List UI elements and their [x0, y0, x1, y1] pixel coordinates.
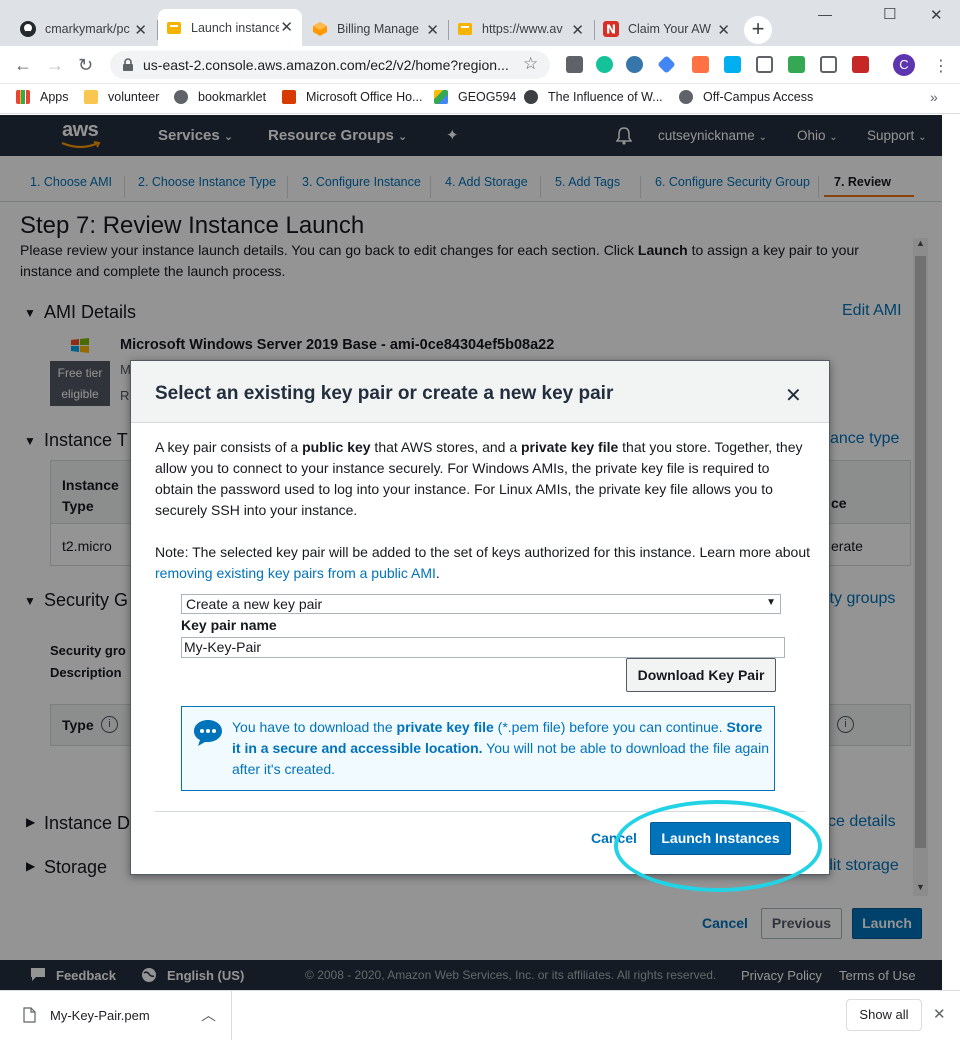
browser-tab-launch-instance[interactable]: Launch instance ✕ — [158, 9, 302, 46]
apps-grid-icon — [16, 90, 30, 104]
maximize-icon[interactable]: ☐ — [883, 5, 896, 23]
bookmark-bookmarklet[interactable]: bookmarklet — [174, 90, 266, 104]
svg-text:N: N — [606, 23, 616, 37]
chevron-up-icon[interactable]: ︿ — [201, 1004, 216, 1025]
globe-icon — [174, 90, 188, 104]
address-bar[interactable]: us-east-2.console.aws.amazon.com/ec2/v2/… — [110, 51, 550, 79]
downloaded-file-name: My-Key-Pair.pem — [50, 1008, 150, 1023]
browser-tab-claim[interactable]: N Claim Your AW ✕ — [595, 12, 739, 46]
tab-title: Billing Manage — [337, 22, 419, 36]
dialog-header: Select an existing key pair or create a … — [131, 361, 829, 423]
dropdown-arrow-icon: ▼ — [766, 597, 776, 608]
paypal-extension-icon[interactable] — [566, 56, 583, 73]
bookmark-off-campus[interactable]: Off-Campus Access — [679, 90, 813, 104]
skype-extension-icon[interactable] — [724, 56, 741, 73]
download-warning-text: You have to download the private key fil… — [232, 719, 769, 777]
python-extension-icon[interactable] — [626, 56, 643, 73]
aws-cube-icon — [313, 22, 327, 36]
key-pair-description: A key pair consists of a public key that… — [155, 439, 803, 518]
key-pair-name-input[interactable]: My-Key-Pair — [181, 637, 785, 658]
file-icon — [23, 1007, 36, 1023]
grammarly-extension-icon[interactable] — [596, 56, 613, 73]
window-extension-icon[interactable] — [820, 56, 837, 73]
close-tab-icon[interactable]: ✕ — [426, 21, 439, 39]
bookmark-volunteer[interactable]: volunteer — [84, 90, 159, 104]
bookmarks-more-icon[interactable]: » — [930, 89, 938, 105]
calendar-extension-icon[interactable] — [692, 56, 709, 73]
browser-tab-strip: cmarkymark/pc ✕ Launch instance ✕ Billin… — [0, 0, 960, 46]
show-all-button[interactable]: Show all — [846, 999, 922, 1031]
key-pair-option-select[interactable]: Create a new key pair ▼ — [181, 594, 781, 614]
url-text: us-east-2.console.aws.amazon.com/ec2/v2/… — [143, 57, 509, 73]
chat-info-icon — [194, 720, 222, 746]
browser-tab-github[interactable]: cmarkymark/pc ✕ — [12, 12, 156, 46]
lock-extension-icon[interactable] — [788, 56, 805, 73]
bookmark-influence[interactable]: The Influence of W... — [524, 90, 663, 104]
new-tab-button[interactable]: + — [744, 16, 772, 44]
globe-icon — [679, 90, 693, 104]
lock-icon — [123, 58, 133, 71]
download-bar: My-Key-Pair.pem ︿ Show all ✕ — [0, 990, 960, 1040]
close-tab-icon[interactable]: ✕ — [571, 21, 584, 39]
profile-avatar[interactable]: C — [893, 54, 915, 76]
star-bookmark-icon[interactable]: ☆ — [523, 54, 538, 74]
tab-title: Launch instance — [191, 20, 279, 35]
chrome-menu-icon[interactable]: ⋮ — [933, 56, 949, 76]
aws-box-icon — [167, 21, 181, 34]
list-extension-icon[interactable] — [756, 56, 773, 73]
bookmark-apps[interactable]: Apps — [16, 90, 69, 104]
close-download-bar-icon[interactable]: ✕ — [933, 1005, 946, 1023]
close-icon[interactable]: ✕ — [785, 383, 802, 408]
minimize-icon[interactable]: — — [818, 6, 832, 22]
mendeley-extension-icon[interactable] — [852, 56, 869, 73]
browser-tab-aws-url[interactable]: https://www.av ✕ — [449, 12, 593, 46]
download-warning-box: You have to download the private key fil… — [181, 706, 775, 791]
download-item[interactable]: My-Key-Pair.pem ︿ — [0, 991, 232, 1040]
close-tab-icon[interactable]: ✕ — [280, 18, 293, 36]
office-icon — [282, 90, 296, 104]
key-pair-name-label: Key pair name — [181, 617, 277, 633]
key-pair-dialog: Select an existing key pair or create a … — [130, 360, 830, 875]
tab-title: Claim Your AW — [628, 22, 711, 36]
highlight-annotation-circle — [614, 800, 822, 892]
aws-box-icon — [458, 23, 472, 35]
bookmark-office[interactable]: Microsoft Office Ho... — [282, 90, 422, 104]
github-icon — [20, 21, 36, 37]
bookmark-geog594[interactable]: GEOG594 — [434, 90, 516, 104]
gear-icon — [524, 90, 538, 104]
remove-key-pairs-link[interactable]: removing existing key pairs from a publi… — [155, 565, 436, 581]
window-close-icon[interactable]: ✕ — [930, 6, 943, 24]
key-pair-note: Note: The selected key pair will be adde… — [155, 544, 811, 581]
dialog-title: Select an existing key pair or create a … — [155, 383, 614, 404]
folder-icon — [84, 90, 98, 104]
n-icon: N — [603, 21, 619, 37]
google-drive-icon — [434, 90, 448, 104]
close-tab-icon[interactable]: ✕ — [134, 21, 147, 39]
download-key-pair-button[interactable]: Download Key Pair — [626, 658, 776, 692]
browser-tab-billing[interactable]: Billing Manage ✕ — [304, 12, 448, 46]
tab-title: https://www.av — [482, 22, 563, 36]
tab-title: cmarkymark/pc — [45, 22, 130, 36]
reload-icon[interactable]: ↻ — [78, 55, 93, 76]
back-arrow-icon[interactable]: ← — [14, 55, 32, 76]
close-tab-icon[interactable]: ✕ — [717, 21, 730, 39]
forward-arrow-icon[interactable]: → — [46, 55, 64, 76]
